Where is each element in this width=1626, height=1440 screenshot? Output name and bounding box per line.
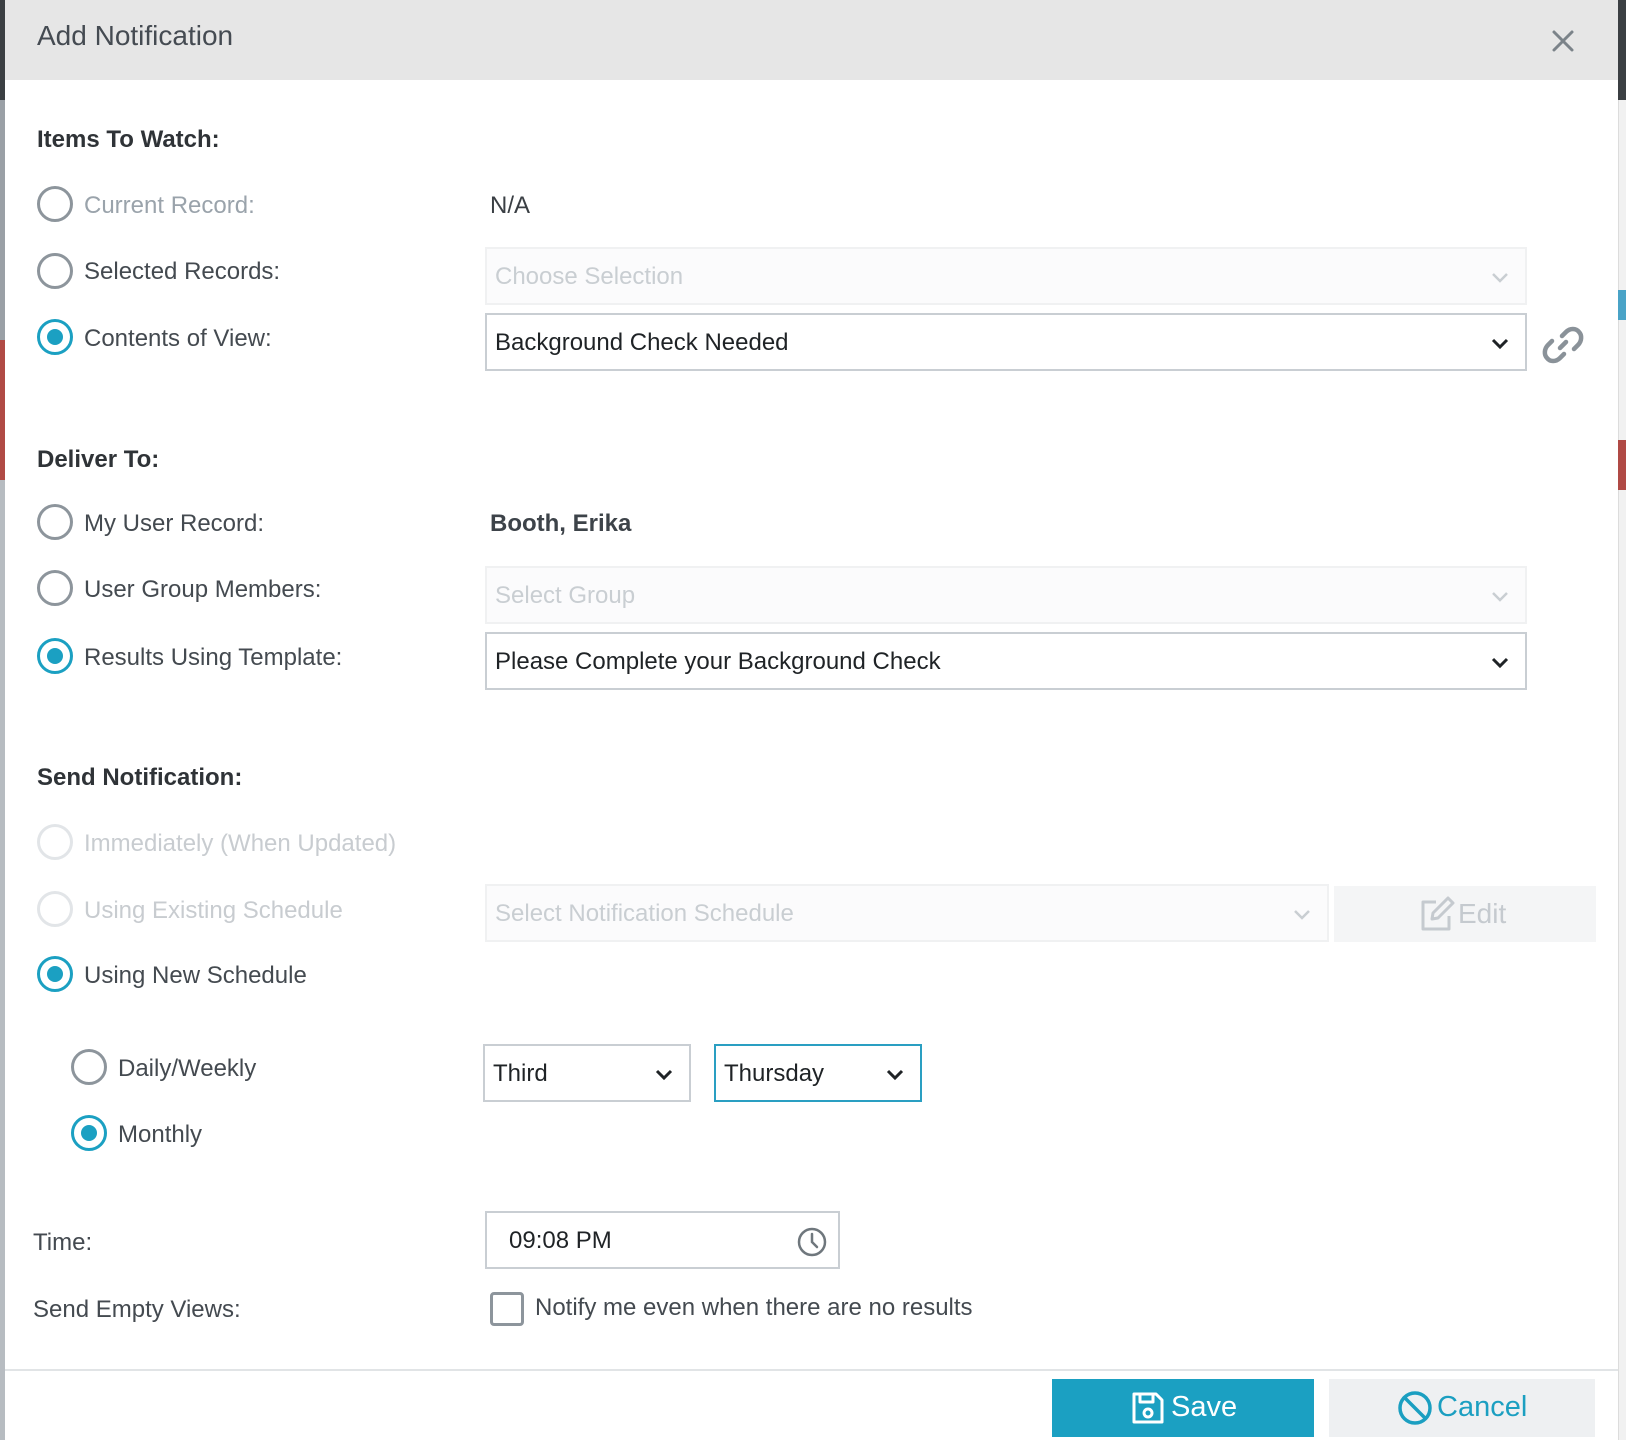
daily-weekly-radio[interactable] (71, 1049, 107, 1085)
selected-records-radio[interactable] (37, 253, 73, 289)
user-group-placeholder: Select Group (495, 582, 636, 609)
contents-of-view-radio[interactable] (37, 319, 73, 355)
selected-records-placeholder: Choose Selection (495, 263, 684, 290)
results-template-select[interactable]: Please Complete your Background Check (485, 632, 1527, 690)
add-notification-dialog: Add Notification Items To Watch: Current… (5, 0, 1618, 1440)
footer-divider (5, 1369, 1618, 1371)
monthly-ordinal-select[interactable]: Third (483, 1044, 691, 1102)
link-icon[interactable] (1542, 324, 1584, 366)
my-user-record-radio[interactable] (37, 504, 73, 540)
existing-schedule-label: Using Existing Schedule (84, 897, 343, 924)
contents-of-view-select[interactable]: Background Check Needed (485, 313, 1527, 371)
notification-schedule-placeholder: Select Notification Schedule (495, 900, 794, 927)
time-input[interactable]: 09:08 PM (485, 1211, 840, 1269)
background-page-edge-right (1618, 0, 1626, 1440)
user-group-select[interactable]: Select Group (485, 566, 1527, 624)
notification-schedule-select[interactable]: Select Notification Schedule (485, 884, 1329, 942)
save-button[interactable]: Save (1052, 1379, 1314, 1437)
user-group-members-radio[interactable] (37, 570, 73, 606)
cancel-button[interactable]: Cancel (1329, 1379, 1595, 1437)
my-user-record-value: Booth, Erika (490, 510, 632, 537)
chevron-down-icon (1492, 273, 1508, 283)
results-using-template-label: Results Using Template: (84, 644, 343, 671)
floppy-disk-icon (1132, 1392, 1164, 1424)
dialog-title: Add Notification (37, 20, 234, 51)
deliver-to-heading: Deliver To: (37, 446, 160, 473)
cancel-label: Cancel (1437, 1391, 1528, 1423)
daily-weekly-label: Daily/Weekly (118, 1055, 257, 1082)
results-using-template-radio[interactable] (37, 638, 73, 674)
chevron-down-icon (655, 1069, 673, 1081)
monthly-weekday-select[interactable]: Thursday (714, 1044, 922, 1102)
close-icon[interactable] (1546, 24, 1580, 58)
current-record-radio[interactable] (37, 186, 73, 222)
chevron-down-icon (1491, 657, 1509, 669)
current-record-label: Current Record: (84, 192, 255, 219)
ban-icon (1398, 1391, 1432, 1425)
contents-of-view-label: Contents of View: (84, 325, 272, 352)
immediately-radio[interactable] (37, 824, 73, 860)
items-to-watch-heading: Items To Watch: (37, 126, 220, 153)
save-label: Save (1171, 1391, 1238, 1423)
new-schedule-label: Using New Schedule (84, 962, 307, 989)
send-notification-heading: Send Notification: (37, 764, 243, 791)
clock-icon[interactable] (796, 1226, 828, 1258)
monthly-weekday-value: Thursday (724, 1060, 825, 1087)
user-group-members-label: User Group Members: (84, 576, 322, 603)
selected-records-label: Selected Records: (84, 258, 281, 285)
existing-schedule-radio[interactable] (37, 891, 73, 927)
chevron-down-icon (1492, 592, 1508, 602)
current-record-value: N/A (490, 192, 531, 219)
time-value: 09:08 PM (509, 1227, 612, 1254)
monthly-label: Monthly (118, 1121, 203, 1148)
dialog-header: Add Notification (5, 0, 1618, 80)
edit-schedule-button[interactable]: Edit (1334, 886, 1596, 942)
time-label: Time: (33, 1229, 93, 1256)
notify-empty-checkbox[interactable] (490, 1292, 524, 1326)
immediately-label: Immediately (When Updated) (84, 830, 397, 857)
selected-records-select[interactable]: Choose Selection (485, 247, 1527, 305)
monthly-radio[interactable] (71, 1115, 107, 1151)
chevron-down-icon (886, 1069, 904, 1081)
chevron-down-icon (1294, 910, 1310, 920)
results-template-value: Please Complete your Background Check (495, 648, 941, 675)
send-empty-views-label: Send Empty Views: (33, 1296, 241, 1323)
notify-empty-label: Notify me even when there are no results (535, 1294, 973, 1321)
edit-label: Edit (1458, 898, 1507, 929)
new-schedule-radio[interactable] (37, 956, 73, 992)
my-user-record-label: My User Record: (84, 510, 265, 537)
chevron-down-icon (1491, 338, 1509, 350)
monthly-ordinal-value: Third (493, 1060, 548, 1087)
edit-icon (1421, 896, 1455, 931)
contents-of-view-value: Background Check Needed (495, 329, 789, 356)
